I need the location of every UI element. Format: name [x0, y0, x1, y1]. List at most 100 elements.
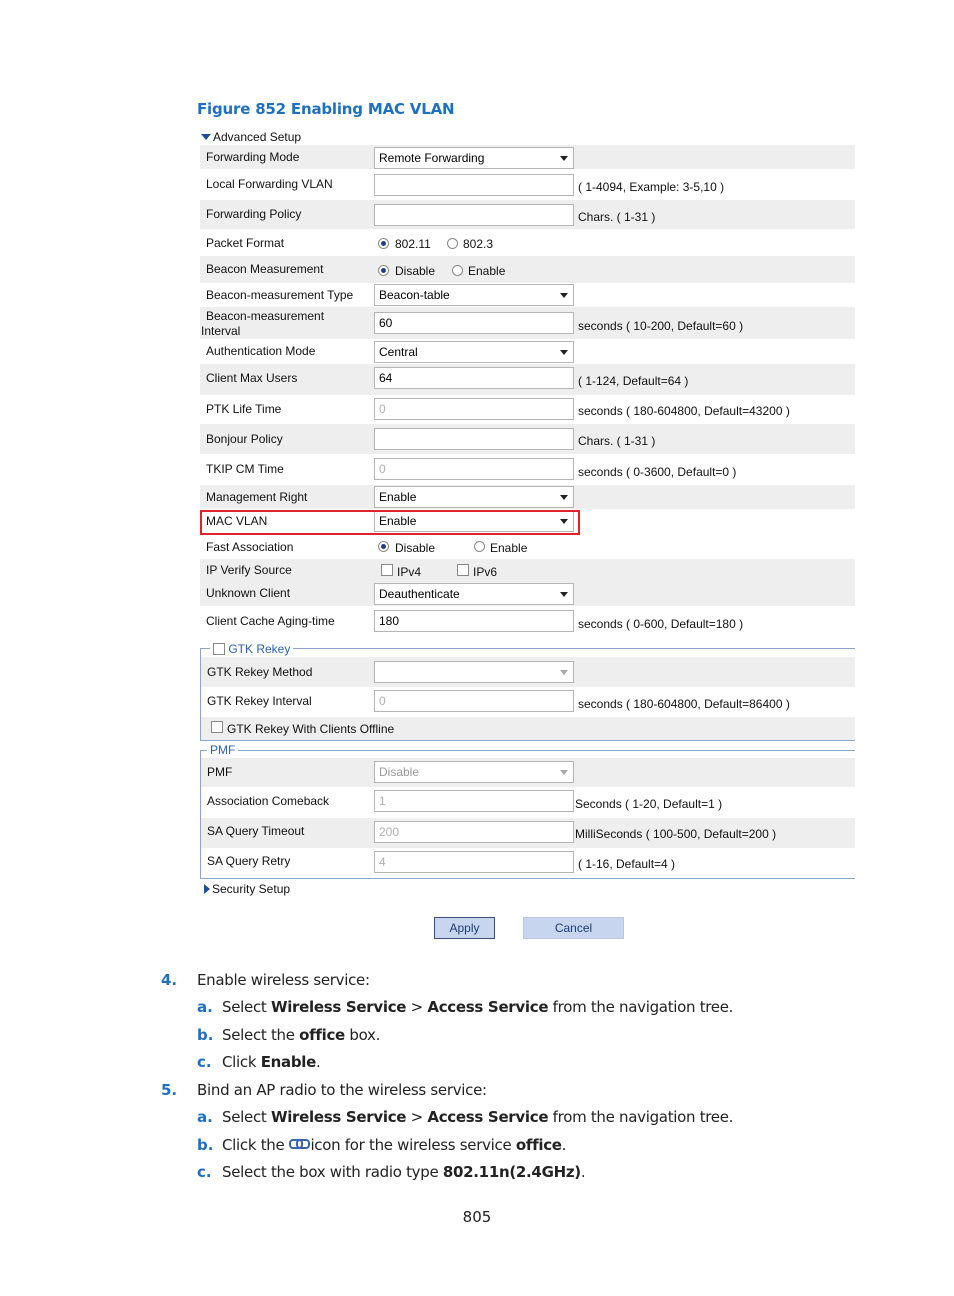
collapsed-triangle-icon — [204, 884, 210, 894]
advanced-setup-label: Advanced Setup — [213, 130, 302, 144]
text-segment: . — [316, 1053, 321, 1071]
unknown-client-select[interactable]: Deauthenticate — [374, 583, 574, 605]
tkip-cm-time-hint: seconds ( 0-3600, Default=0 ) — [578, 465, 737, 479]
step-4c-text: Click Enable. — [222, 1053, 321, 1071]
management-right-label: Management Right — [206, 490, 308, 504]
client-cache-aging-time-label: Client Cache Aging-time — [206, 614, 335, 628]
beacon-measurement-interval-hint: seconds ( 10-200, Default=60 ) — [578, 319, 744, 333]
pmf-select[interactable]: Disable — [374, 761, 574, 783]
packet-format-label: Packet Format — [206, 236, 285, 250]
client-max-users-input[interactable]: 64 — [374, 367, 574, 389]
beacon-measurement-disable-label: Disable — [395, 264, 436, 278]
dropdown-arrow-icon — [560, 495, 568, 500]
ipv6-checkbox[interactable] — [457, 564, 469, 576]
step-5a-letter: a. — [197, 1108, 213, 1126]
page-number: 805 — [462, 1208, 492, 1226]
dropdown-arrow-icon — [560, 592, 568, 597]
forwarding-mode-select[interactable]: Remote Forwarding — [374, 147, 574, 169]
step-4-number: 4. — [161, 971, 178, 989]
beacon-measurement-type-select[interactable]: Beacon-table — [374, 284, 574, 306]
packet-format-80211-radio[interactable] — [378, 238, 389, 249]
packet-format-8023-radio[interactable] — [447, 238, 458, 249]
text-segment: > — [406, 1108, 428, 1126]
fast-association-disable-radio[interactable] — [378, 541, 389, 552]
row-beacon-measurement-type: Beacon-measurement Type Beacon-table — [200, 283, 855, 307]
gtk-rekey-interval-input[interactable]: 0 — [374, 690, 574, 712]
authentication-mode-select[interactable]: Central — [374, 341, 574, 363]
authentication-mode-label: Authentication Mode — [206, 344, 316, 358]
text-segment: from the navigation tree. — [548, 1108, 734, 1126]
bold-term: Wireless Service — [270, 1108, 407, 1126]
text-segment: > — [406, 998, 428, 1016]
sa-query-timeout-input[interactable]: 200 — [374, 821, 574, 843]
association-comeback-hint: Seconds ( 1-20, Default=1 ) — [575, 797, 723, 811]
dropdown-arrow-icon — [560, 770, 568, 775]
gtk-rekey-interval-hint: seconds ( 180-604800, Default=86400 ) — [578, 697, 790, 711]
row-fast-association: Fast Association Disable Enable — [200, 535, 855, 559]
advanced-setup-toggle[interactable]: Advanced Setup — [201, 130, 301, 144]
cancel-button[interactable]: Cancel — [523, 917, 624, 939]
mac-vlan-highlight-box — [200, 510, 580, 535]
text-segment: Select the box with radio type — [222, 1163, 443, 1181]
fast-association-enable-radio[interactable] — [474, 541, 485, 552]
step-4-text: Enable wireless service: — [197, 971, 370, 989]
beacon-measurement-interval-input[interactable]: 60 — [374, 312, 574, 334]
gtk-rekey-legend[interactable]: GTK Rekey — [210, 642, 294, 656]
pmf-label: PMF — [207, 765, 233, 779]
ip-verify-source-label: IP Verify Source — [206, 563, 292, 577]
sa-query-retry-hint: ( 1-16, Default=4 ) — [578, 857, 676, 871]
local-forwarding-vlan-hint: ( 1-4094, Example: 3-5,10 ) — [578, 180, 725, 194]
forwarding-policy-input[interactable] — [374, 204, 574, 226]
step-5b-text: Click the icon for the wireless service o… — [222, 1136, 566, 1154]
step-5a-text: Select Wireless Service > Access Service… — [222, 1108, 733, 1126]
gtk-rekey-method-label: GTK Rekey Method — [207, 665, 313, 679]
text-segment: Select — [222, 1108, 271, 1126]
row-forwarding-policy: Forwarding Policy Chars. ( 1-31 ) — [200, 200, 855, 229]
unknown-client-label: Unknown Client — [206, 586, 291, 600]
bold-term: office — [299, 1026, 345, 1044]
fast-association-disable-label: Disable — [395, 541, 436, 555]
gtk-rekey-method-select[interactable] — [374, 661, 574, 683]
gtk-rekey-legend-label: GTK Rekey — [228, 642, 291, 656]
figure-title: Figure 852 Enabling MAC VLAN — [197, 100, 455, 118]
gtk-rekey-clients-offline-checkbox[interactable] — [211, 721, 223, 733]
row-forwarding-mode: Forwarding Mode Remote Forwarding — [200, 145, 855, 169]
tkip-cm-time-input[interactable]: 0 — [374, 458, 574, 480]
text-segment: box. — [344, 1026, 381, 1044]
apply-button[interactable]: Apply — [434, 917, 495, 939]
row-unknown-client: Unknown Client Deauthenticate — [200, 583, 855, 606]
ipv4-checkbox[interactable] — [381, 564, 393, 576]
ptk-life-time-input[interactable]: 0 — [374, 398, 574, 420]
fast-association-label: Fast Association — [206, 540, 294, 554]
beacon-measurement-type-label: Beacon-measurement Type — [206, 288, 354, 302]
row-tkip-cm-time: TKIP CM Time 0 seconds ( 0-3600, Default… — [200, 454, 855, 485]
bind-link-icon — [289, 1138, 311, 1149]
beacon-measurement-disable-radio[interactable] — [378, 265, 389, 276]
bold-term: Access Service — [427, 998, 549, 1016]
association-comeback-input[interactable]: 1 — [374, 790, 574, 812]
fast-association-enable-label: Enable — [490, 541, 528, 555]
bonjour-policy-input[interactable] — [374, 428, 574, 450]
expand-triangle-icon — [201, 134, 211, 140]
packet-format-80211-label: 802.11 — [395, 237, 431, 251]
row-ptk-life-time: PTK Life Time 0 seconds ( 180-604800, De… — [200, 395, 855, 424]
row-ip-verify-source: IP Verify Source IPv4 IPv6 — [200, 559, 855, 583]
row-client-cache-aging-time: Client Cache Aging-time 180 seconds ( 0-… — [200, 607, 855, 637]
gtk-rekey-checkbox[interactable] — [213, 643, 225, 655]
ipv6-label: IPv6 — [473, 565, 498, 579]
step-5c-text: Select the box with radio type 802.11n(2… — [222, 1163, 586, 1181]
sa-query-retry-input[interactable]: 4 — [374, 851, 574, 873]
bold-term: office — [515, 1136, 562, 1154]
text-segment: Select the — [222, 1026, 300, 1044]
security-setup-toggle[interactable]: Security Setup — [204, 882, 290, 896]
sa-query-timeout-hint: MilliSeconds ( 100-500, Default=200 ) — [575, 827, 777, 841]
row-packet-format: Packet Format 802.11 802.3 — [200, 229, 855, 256]
gtk-rekey-clients-offline-label: GTK Rekey With Clients Offline — [227, 722, 395, 736]
management-right-select[interactable]: Enable — [374, 486, 574, 508]
bonjour-policy-label: Bonjour Policy — [206, 432, 283, 446]
management-right-value: Enable — [379, 490, 417, 504]
text-segment: Click the — [222, 1136, 285, 1154]
beacon-measurement-enable-radio[interactable] — [452, 265, 463, 276]
local-forwarding-vlan-input[interactable] — [374, 174, 574, 196]
client-cache-aging-time-input[interactable]: 180 — [374, 610, 574, 632]
